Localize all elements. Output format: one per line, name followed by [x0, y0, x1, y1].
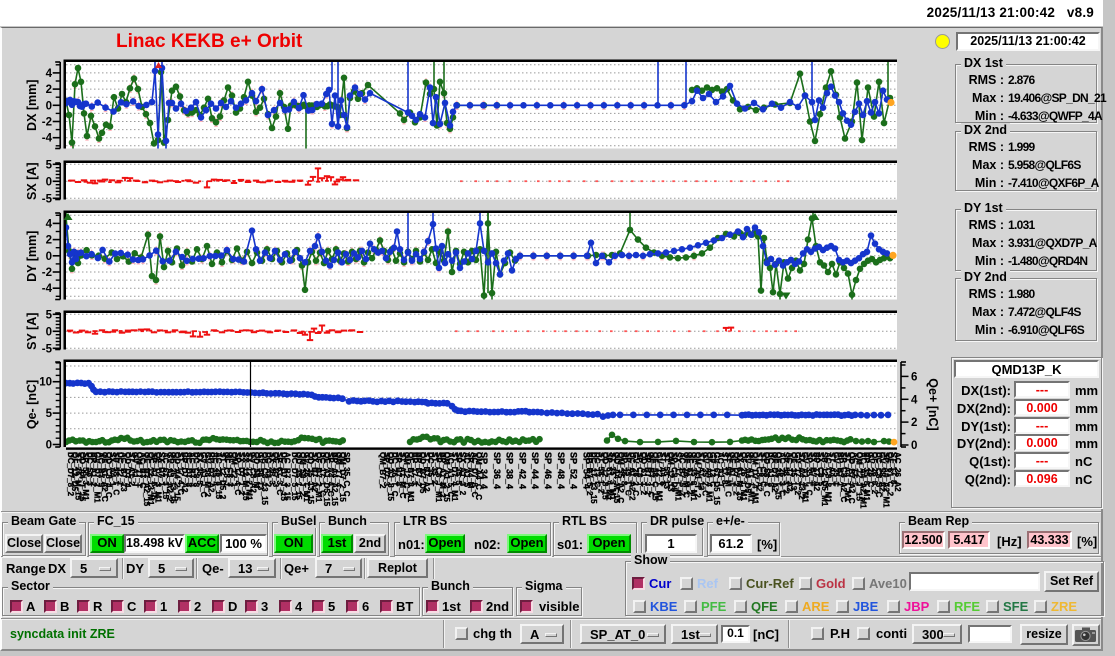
svg-text:2: 2 [46, 84, 52, 96]
svg-text:AC_26_A2: AC_26_A2 [893, 452, 902, 492]
svg-text:0: 0 [46, 100, 52, 112]
svg-text:SP_35_C_C: SP_35_C_C [342, 452, 351, 497]
svg-text:SX [A]: SX [A] [25, 163, 39, 201]
svg-text:0: 0 [46, 251, 52, 263]
svg-text:0: 0 [46, 326, 52, 338]
svg-text:SP_46_4: SP_46_4 [543, 452, 553, 489]
svg-text:SP_34_4: SP_34_4 [479, 452, 489, 489]
svg-text:-2: -2 [42, 117, 52, 129]
svg-text:5: 5 [46, 408, 53, 420]
svg-text:0: 0 [46, 176, 52, 188]
svg-text:-2: -2 [42, 267, 52, 279]
svg-text:SP_38_4: SP_38_4 [505, 452, 515, 489]
svg-text:0: 0 [46, 440, 52, 452]
svg-text:SP_44_4: SP_44_4 [530, 452, 540, 489]
svg-text:4: 4 [46, 68, 53, 80]
svg-text:DX [mm]: DX [mm] [25, 80, 39, 131]
svg-text:Qe+ [nC]: Qe+ [nC] [926, 378, 940, 430]
svg-text:SY [A]: SY [A] [25, 313, 39, 350]
svg-text:5: 5 [46, 309, 53, 321]
svg-text:10: 10 [39, 377, 52, 389]
svg-text:SP_42_4: SP_42_4 [517, 452, 527, 489]
svg-text:2: 2 [46, 235, 52, 247]
svg-text:-4: -4 [42, 283, 53, 295]
svg-text:-5: -5 [42, 193, 53, 205]
svg-text:4: 4 [46, 218, 53, 230]
svg-text:SP_36_4: SP_36_4 [492, 452, 502, 489]
svg-text:5: 5 [46, 159, 53, 171]
svg-text:Qe- [nC]: Qe- [nC] [25, 380, 39, 429]
svg-text:SP_52_4: SP_52_4 [569, 452, 579, 489]
svg-text:6: 6 [911, 371, 917, 383]
svg-text:-5: -5 [42, 343, 53, 355]
svg-text:4: 4 [911, 394, 918, 406]
svg-text:-4: -4 [42, 133, 53, 145]
svg-text:0: 0 [911, 440, 917, 452]
svg-text:2: 2 [911, 417, 917, 429]
svg-text:SP_48_4: SP_48_4 [556, 452, 566, 489]
svg-text:DY [mm]: DY [mm] [25, 231, 39, 282]
